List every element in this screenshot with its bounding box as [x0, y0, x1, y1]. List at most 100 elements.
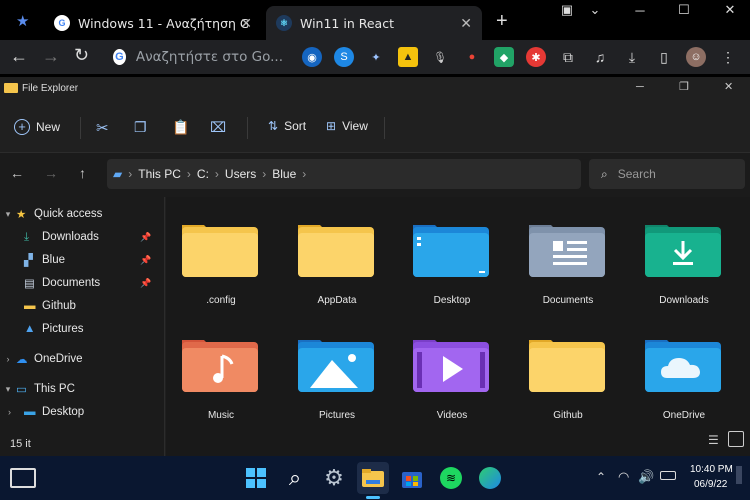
documents-icon: ▤: [24, 278, 35, 290]
new-label: New: [36, 120, 61, 134]
volume-icon[interactable]: 🔊: [638, 469, 654, 485]
folder-item[interactable]: Videos: [397, 312, 507, 422]
tab-google-search[interactable]: G Windows 11 - Αναζήτηση Go ✕: [44, 6, 262, 40]
new-button[interactable]: + New: [14, 119, 60, 135]
profile-avatar[interactable]: ☺: [686, 47, 706, 67]
playlist-icon[interactable]: ♫: [590, 47, 610, 67]
item-label: .config: [206, 295, 236, 306]
search-input[interactable]: ⌕ Search: [589, 159, 745, 189]
omnibox[interactable]: G Αναζητήστε στο Go...: [103, 44, 283, 70]
file-explorer-icon[interactable]: [357, 462, 389, 494]
pin-icon[interactable]: 📌: [140, 232, 151, 243]
forward-arrow-icon[interactable]: →: [44, 165, 58, 181]
battery-icon[interactable]: [660, 471, 676, 480]
spotify-icon[interactable]: ≋: [435, 462, 467, 494]
reload-icon[interactable]: ↻: [74, 45, 89, 66]
chevron-up-icon[interactable]: ⌃: [596, 470, 606, 484]
close-tab-icon[interactable]: ✕: [240, 15, 252, 32]
nav-item-blue[interactable]: ▞ Blue 📌: [0, 250, 165, 270]
paste-icon[interactable]: 📋: [172, 119, 189, 136]
red-mic-icon[interactable]: ●: [462, 47, 482, 67]
menu-kebab-icon[interactable]: ⋮: [718, 47, 738, 67]
nav-item-pictures[interactable]: ▲ Pictures: [0, 319, 165, 339]
minimize-icon[interactable]: ─: [636, 81, 644, 93]
folder-item[interactable]: Github: [513, 312, 623, 422]
gear-extension-icon[interactable]: ✱: [526, 47, 546, 67]
widgets-icon[interactable]: [10, 468, 36, 488]
nav-item-documents[interactable]: ▤ Documents 📌: [0, 273, 165, 293]
copy-icon[interactable]: ❐: [134, 119, 147, 136]
up-arrow-icon[interactable]: ↑: [79, 165, 86, 181]
crumb-sep: ›: [262, 167, 267, 181]
pictures-folder-icon: [298, 340, 374, 392]
download-icon[interactable]: ⤓: [622, 47, 642, 67]
nav-item-quick-access[interactable]: ▾ ★ Quick access: [0, 204, 165, 224]
view-button[interactable]: ⊞ View: [326, 119, 368, 133]
minimize-icon[interactable]: ─: [620, 0, 660, 20]
store-icon[interactable]: [396, 462, 428, 494]
notification-icon[interactable]: [736, 466, 742, 484]
nav-item-github[interactable]: ▬ Github: [0, 296, 165, 316]
close-window-icon[interactable]: ✕: [724, 80, 733, 93]
folder-item[interactable]: Downloads: [629, 197, 739, 307]
breadcrumb-drive[interactable]: C:: [197, 167, 209, 181]
restore-icon[interactable]: ❐: [679, 80, 689, 93]
folder-item[interactable]: .config: [166, 197, 276, 307]
nav-item-downloads[interactable]: ⤓ Downloads 📌: [0, 227, 165, 247]
folder-item[interactable]: Desktop: [397, 197, 507, 307]
folder-icon: ▬: [24, 300, 36, 312]
sidepanel-icon[interactable]: ▯: [654, 47, 674, 67]
cut-icon[interactable]: ✂: [96, 119, 109, 137]
tab-win11-react[interactable]: ⚛ Win11 in React ✕: [266, 6, 482, 40]
forward-arrow-icon[interactable]: →: [42, 46, 60, 67]
shazam-icon[interactable]: S: [334, 47, 354, 67]
folder-item[interactable]: OneDrive: [629, 312, 739, 422]
ribbon-icon[interactable]: ▲: [398, 47, 418, 67]
folder-item[interactable]: Pictures: [282, 312, 392, 422]
network-icon[interactable]: ✦: [366, 47, 386, 67]
breadcrumb-blue[interactable]: Blue: [272, 167, 296, 181]
edge-icon[interactable]: [474, 462, 506, 494]
google-icon: G: [54, 15, 70, 31]
puzzle-icon[interactable]: ⧉: [558, 47, 578, 67]
clock-time[interactable]: 10:40 PM: [690, 464, 733, 475]
onedrive-icon: ☁: [16, 354, 28, 366]
rename-icon[interactable]: ⌧: [210, 119, 226, 136]
pin-icon[interactable]: 📌: [140, 278, 151, 289]
sort-button[interactable]: ⇅ Sort: [268, 119, 306, 133]
folder-item[interactable]: Music: [166, 312, 276, 422]
bookmark-star-icon[interactable]: ★: [16, 12, 29, 30]
shazam-like-icon[interactable]: ◉: [302, 47, 322, 67]
pin-icon[interactable]: 📌: [140, 255, 151, 266]
start-windows-icon[interactable]: [240, 462, 272, 494]
settings-icon[interactable]: ⚙: [318, 462, 350, 494]
wifi-icon[interactable]: ◠: [618, 469, 629, 485]
nav-label: Downloads: [42, 231, 99, 243]
nav-item-desktop[interactable]: › ▬ Desktop: [0, 402, 165, 422]
close-window-icon[interactable]: ✕: [710, 0, 750, 20]
clock-date[interactable]: 06/9/22: [694, 479, 727, 490]
maximize-icon[interactable]: ☐: [664, 0, 704, 20]
folder-icon: [182, 225, 258, 277]
chevron-down-icon[interactable]: ⌄: [575, 0, 615, 20]
search-icon[interactable]: ⌕: [279, 462, 311, 494]
breadcrumb[interactable]: ▰ › This PC › C: › Users › Blue ›: [107, 159, 581, 189]
user-folder-icon: ▞: [24, 255, 33, 267]
folder-item[interactable]: Documents: [513, 197, 623, 307]
content-pane: .config AppData Desktop Documents Downlo…: [166, 197, 750, 456]
back-arrow-icon[interactable]: ←: [10, 165, 24, 181]
folder-item[interactable]: AppData: [282, 197, 392, 307]
nav-item-this-pc[interactable]: ▾ ▭ This PC: [0, 379, 165, 399]
new-tab-button[interactable]: +: [496, 10, 508, 33]
breadcrumb-users[interactable]: Users: [225, 167, 256, 181]
nav-label: Pictures: [42, 323, 84, 335]
pictures-icon: ▲: [24, 323, 36, 335]
details-view-icon[interactable]: ☰: [708, 433, 719, 447]
breadcrumb-this-pc[interactable]: This PC: [138, 167, 181, 181]
microphone-icon[interactable]: 🎙: [430, 47, 450, 67]
nav-item-onedrive[interactable]: › ☁ OneDrive: [0, 349, 165, 369]
green-tag-icon[interactable]: ◆: [494, 47, 514, 67]
back-arrow-icon[interactable]: ←: [10, 46, 28, 67]
close-tab-icon[interactable]: ✕: [460, 15, 472, 32]
tiles-view-icon[interactable]: [728, 431, 744, 447]
